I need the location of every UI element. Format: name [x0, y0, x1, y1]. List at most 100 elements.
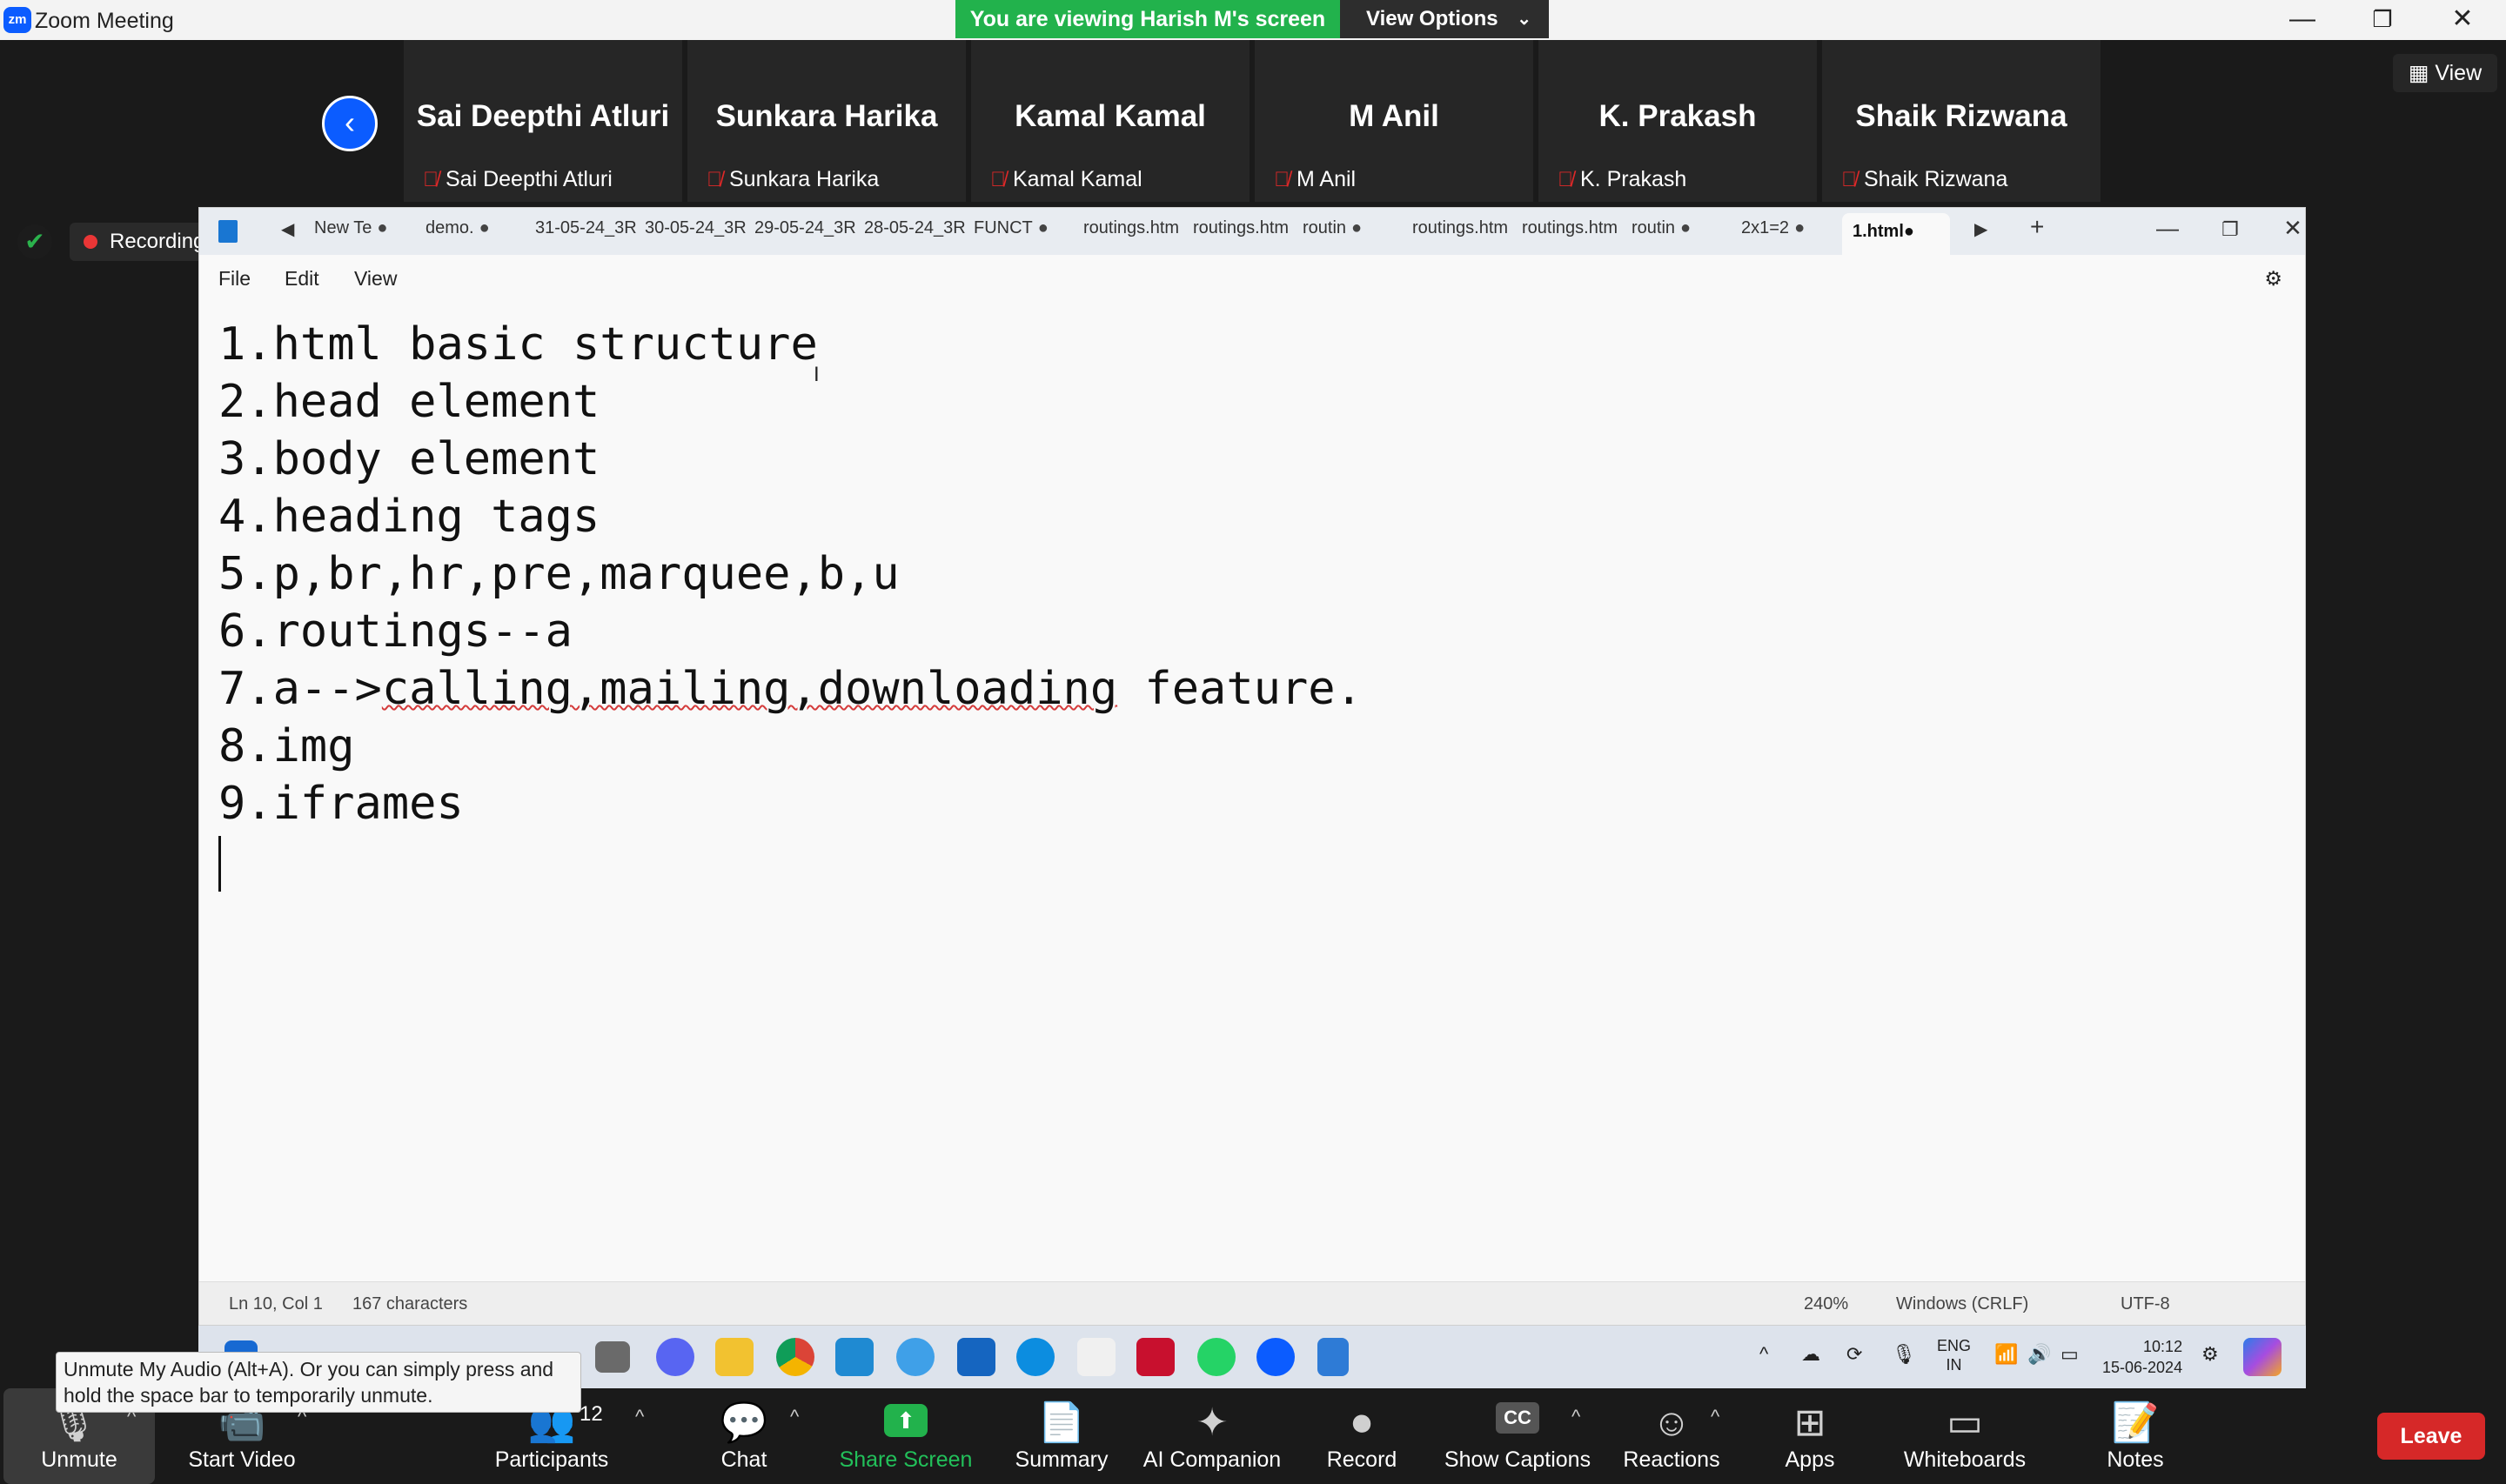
mcafee-icon[interactable]: [1136, 1338, 1175, 1376]
participant-tile[interactable]: Kamal Kamal 🎙̸ Kamal Kamal: [971, 40, 1250, 202]
discord-icon[interactable]: [656, 1338, 694, 1376]
notepad-tab[interactable]: 2x1=2 ●: [1741, 218, 1839, 244]
scroll-tabs-left-icon[interactable]: ◀: [281, 218, 294, 240]
shield-check-icon[interactable]: ✔: [17, 224, 52, 259]
notepad-tab[interactable]: routings.htm: [1193, 218, 1294, 244]
chat-options-caret[interactable]: ^: [790, 1406, 799, 1428]
notepad-tab[interactable]: 31-05-24_3R: [535, 218, 636, 244]
whatsapp-icon[interactable]: [1197, 1338, 1236, 1376]
microphone-icon[interactable]: 🎙: [1892, 1343, 1916, 1366]
gallery-view-button[interactable]: ▦ View: [2393, 54, 2497, 92]
view-label: View: [2435, 61, 2483, 85]
whiteboards-button[interactable]: ▭ Whiteboards: [1895, 1388, 2034, 1484]
participants-options-caret[interactable]: ^: [635, 1406, 644, 1428]
notepad-tab[interactable]: New Te ●: [314, 218, 401, 244]
notepad-tab[interactable]: demo. ●: [425, 218, 521, 244]
volume-icon[interactable]: 🔊: [2027, 1343, 2051, 1366]
encoding[interactable]: UTF-8: [2121, 1294, 2170, 1314]
chrome-icon[interactable]: [776, 1338, 814, 1376]
reactions-options-caret[interactable]: ^: [1711, 1406, 1719, 1428]
participant-tile[interactable]: Sunkara Harika 🎙̸ Sunkara Harika: [687, 40, 966, 202]
sync-icon[interactable]: ⟳: [1846, 1343, 1862, 1366]
battery-icon[interactable]: ▭: [2060, 1343, 2079, 1366]
edge-icon[interactable]: [1016, 1338, 1055, 1376]
recording-indicator[interactable]: Recording: [70, 223, 218, 261]
menu-view[interactable]: View: [354, 267, 397, 291]
leave-button[interactable]: Leave: [2377, 1413, 2485, 1460]
notepad-tab[interactable]: routings.htm: [1412, 218, 1513, 244]
store-icon[interactable]: [1077, 1338, 1116, 1376]
notepad-tab[interactable]: 29-05-24_3R: [754, 218, 855, 244]
participant-label: 🎙̸ Sunkara Harika: [707, 167, 880, 191]
ai-companion-button[interactable]: ✦ AI Companion: [1138, 1388, 1286, 1484]
file-explorer-icon[interactable]: [715, 1338, 754, 1376]
wifi-icon[interactable]: 📶: [1994, 1343, 2018, 1366]
editor-line: 9.iframes: [218, 778, 464, 830]
new-tab-icon[interactable]: +: [2030, 213, 2044, 241]
previous-page-button[interactable]: ‹: [322, 96, 378, 151]
summary-button[interactable]: 📄 Summary: [1001, 1388, 1122, 1484]
notepad-tab-active[interactable]: 1.html●: [1842, 213, 1950, 255]
chat-button[interactable]: 💬 Chat: [696, 1388, 792, 1484]
notepad-tab[interactable]: FUNCT ●: [974, 218, 1069, 244]
notepad-minimize-button[interactable]: —: [2141, 215, 2194, 242]
character-count: 167 characters: [352, 1294, 468, 1314]
whiteboard-icon: ▭: [1947, 1401, 1983, 1444]
task-view-icon[interactable]: [595, 1341, 630, 1373]
captions-options-caret[interactable]: ^: [1571, 1406, 1580, 1428]
text-editor[interactable]: 1.html basic structure 2.head element 3.…: [218, 316, 2305, 892]
notepad-tab[interactable]: routings.htm: [1522, 218, 1623, 244]
participant-tile[interactable]: M Anil 🎙̸ M Anil: [1255, 40, 1533, 202]
language-indicator[interactable]: ENG IN: [1937, 1336, 1971, 1374]
notes-icon: 📝: [2111, 1401, 2160, 1444]
muted-mic-icon: 🎙̸: [707, 168, 722, 191]
menu-edit[interactable]: Edit: [285, 267, 319, 291]
share-screen-button[interactable]: ⬆ Share Screen: [832, 1388, 980, 1484]
notepad-tab[interactable]: routin ●: [1632, 218, 1729, 244]
mysql-icon[interactable]: [957, 1338, 995, 1376]
record-button[interactable]: ⏺ Record: [1314, 1388, 1410, 1484]
viewing-banner: You are viewing Harish M's screen: [955, 0, 1340, 38]
notepad-tab[interactable]: 30-05-24_3R: [645, 218, 746, 244]
notepad-icon: [218, 220, 238, 243]
chevron-up-icon[interactable]: ^: [1759, 1343, 1768, 1366]
show-captions-button[interactable]: CC Show Captions: [1441, 1388, 1594, 1484]
participant-tile[interactable]: K. Prakash 🎙̸ K. Prakash: [1538, 40, 1817, 202]
close-button[interactable]: ✕: [2428, 2, 2497, 37]
participant-name: Shaik Rizwana: [1855, 99, 2067, 133]
gear-icon[interactable]: ⚙: [2264, 267, 2282, 291]
notepad-tab[interactable]: routings.htm: [1083, 218, 1184, 244]
notepad-tab[interactable]: routin ●: [1303, 218, 1400, 244]
editor-line: 4.heading tags: [218, 491, 600, 543]
line-ending[interactable]: Windows (CRLF): [1896, 1294, 2028, 1314]
restore-button[interactable]: ❐: [2348, 2, 2417, 37]
view-options-label: View Options: [1366, 7, 1498, 30]
reactions-button[interactable]: ☺ Reactions: [1615, 1388, 1728, 1484]
notepad-tab[interactable]: 28-05-24_3R: [864, 218, 965, 244]
participant-tile[interactable]: Sai Deepthi Atluri 🎙̸ Sai Deepthi Atluri: [404, 40, 682, 202]
participant-tile[interactable]: Shaik Rizwana 🎙̸ Shaik Rizwana: [1822, 40, 2101, 202]
notification-icon[interactable]: ⚙: [2201, 1343, 2219, 1366]
notepad-close-button[interactable]: ✕: [2267, 215, 2319, 242]
participant-label: 🎙̸ K. Prakash: [1558, 167, 1687, 191]
view-options-button[interactable]: View Options ⌄: [1340, 0, 1549, 38]
cloud-icon[interactable]: ☁: [1801, 1343, 1820, 1366]
menu-file[interactable]: File: [218, 267, 251, 291]
vscode-icon[interactable]: [835, 1338, 874, 1376]
clock[interactable]: 10:12 15-06-2024: [2102, 1336, 2182, 1378]
scroll-tabs-right-icon[interactable]: ▶: [1974, 218, 1987, 240]
participant-strip: ‹ Sai Deepthi Atluri 🎙̸ Sai Deepthi Atlur…: [0, 40, 2506, 207]
notepad-maximize-button[interactable]: ❐: [2204, 218, 2256, 241]
zoom-level[interactable]: 240%: [1804, 1294, 1848, 1314]
copilot-icon[interactable]: [2243, 1338, 2282, 1376]
notes-button[interactable]: 📝 Notes: [2092, 1388, 2179, 1484]
minimize-button[interactable]: —: [2268, 2, 2337, 37]
notepad-taskbar-icon[interactable]: [1317, 1338, 1349, 1376]
summary-label: Summary: [1015, 1447, 1109, 1472]
apps-label: Apps: [1785, 1447, 1835, 1472]
zoom-taskbar-icon[interactable]: [1256, 1338, 1295, 1376]
help-icon[interactable]: [896, 1338, 935, 1376]
editor-line: 2.head element: [218, 376, 600, 428]
apps-button[interactable]: ⊞ Apps: [1766, 1388, 1853, 1484]
grid-icon: ▦: [2408, 61, 2429, 85]
